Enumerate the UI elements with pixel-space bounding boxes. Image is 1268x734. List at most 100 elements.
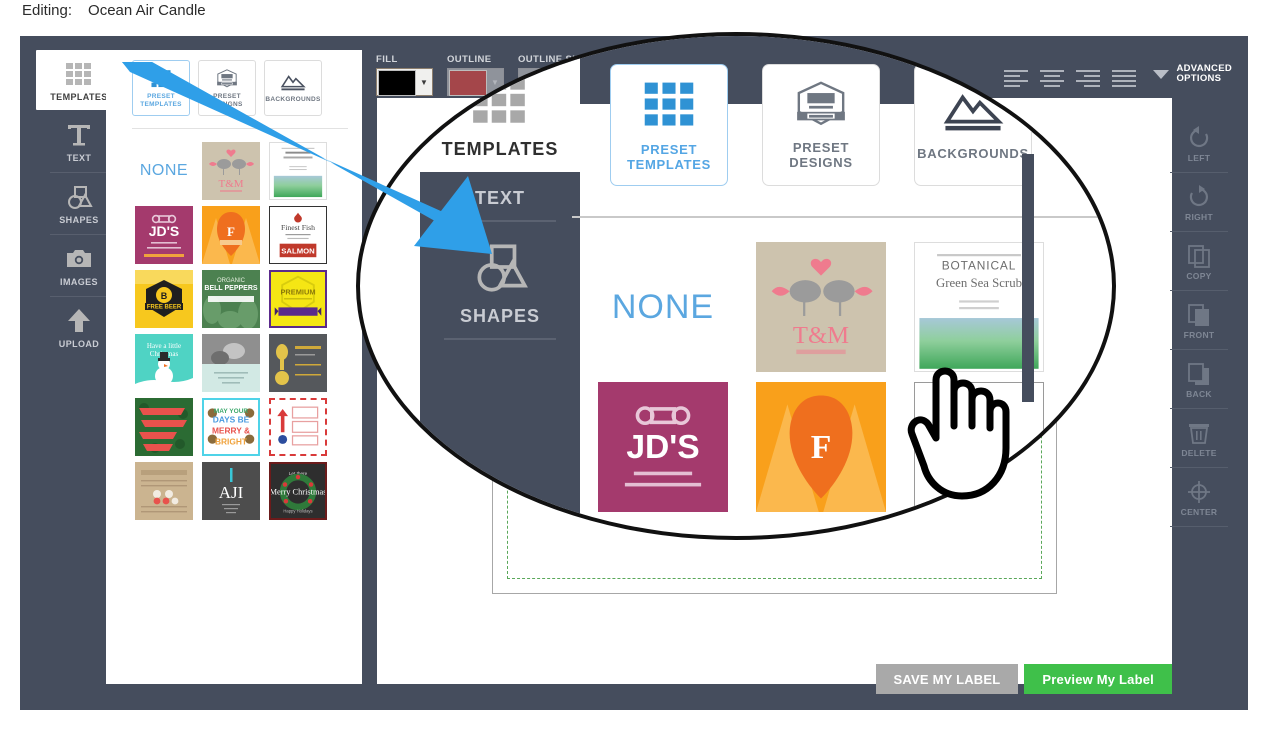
magnified-rail-item-shapes[interactable]: SHAPES [420, 222, 580, 340]
trash-icon [1189, 423, 1209, 444]
advanced-options-button[interactable]: ADVANCED OPTIONS [1152, 54, 1232, 85]
magnified-thumbnail-none[interactable]: NONE [598, 242, 728, 372]
list-item[interactable]: MAY YOUR DAYS BE MERRY & BRIGHT [199, 395, 263, 459]
copy-icon [1188, 244, 1210, 268]
tool-center[interactable]: CENTER [1162, 468, 1236, 527]
magnified-thumb-orange-f[interactable]: F [756, 382, 886, 512]
thumb-botanical [269, 142, 327, 200]
camera-icon [67, 249, 91, 267]
badge-icon [797, 81, 845, 126]
list-item[interactable]: JD'S [132, 203, 196, 267]
magnified-tab-label-preset-designs: PRESET DESIGNS [789, 140, 853, 170]
magnified-panel-tabs: PRESET TEMPLATES PRESET DESIGNS BACKGROU… [610, 64, 1032, 186]
svg-text:AJI: AJI [219, 483, 244, 502]
list-item[interactable]: B FREE BEER [132, 267, 196, 331]
tool-send-back[interactable]: BACK [1162, 350, 1236, 409]
svg-text:BELL PEPPERS: BELL PEPPERS [204, 285, 257, 292]
thumb-aji: AJI [202, 462, 260, 520]
preview-my-label-button[interactable]: Preview My Label [1024, 664, 1172, 694]
tool-rotate-right[interactable]: RIGHT [1162, 173, 1236, 232]
tool-copy[interactable]: COPY [1162, 232, 1236, 291]
svg-text:B: B [161, 291, 168, 301]
svg-text:Have a little: Have a little [147, 342, 181, 350]
svg-text:MERRY &: MERRY & [212, 426, 250, 436]
list-item[interactable] [266, 139, 330, 203]
magnified-rail-item-templates[interactable]: TEMPLATES [420, 56, 580, 172]
svg-text:Happy Holidays: Happy Holidays [283, 508, 312, 513]
list-item[interactable] [266, 331, 330, 395]
thumb-salmon: Finest Fish SALMON [269, 206, 327, 264]
thumb-dark-menu [269, 334, 327, 392]
svg-text:SALMON: SALMON [281, 246, 315, 255]
list-item[interactable]: Let there Merry Christmas Happy Holidays [266, 459, 330, 523]
tool-bring-front[interactable]: FRONT [1162, 291, 1236, 350]
list-item[interactable] [132, 459, 196, 523]
list-item[interactable]: AJI [199, 459, 263, 523]
list-item[interactable]: PREMIUM [266, 267, 330, 331]
thumb-red-arrow [269, 398, 327, 456]
magnified-panel-divider [572, 216, 1112, 218]
templates-panel: PRESET TEMPLATES PRESET DESIGNS BACKGROU… [106, 50, 362, 684]
magnified-thumb-jds[interactable]: JD'S [598, 382, 728, 512]
svg-text:BOTANICAL: BOTANICAL [942, 258, 1017, 272]
list-item[interactable] [132, 395, 196, 459]
tool-delete[interactable]: DELETE [1162, 409, 1236, 468]
list-item[interactable]: Finest Fish SALMON [266, 203, 330, 267]
rotate-left-icon [1190, 125, 1209, 147]
align-justify-icon[interactable] [1110, 68, 1138, 90]
svg-text:ORGANIC: ORGANIC [217, 278, 246, 284]
magnified-tab-preset-templates[interactable]: PRESET TEMPLATES [610, 64, 728, 186]
rail-label-upload: UPLOAD [58, 338, 100, 349]
tool-rotate-left[interactable]: LEFT [1162, 114, 1236, 173]
panel-divider [132, 128, 348, 129]
tab-backgrounds[interactable]: BACKGROUNDS [264, 60, 322, 116]
center-target-icon [1188, 480, 1210, 503]
triangle-down-icon [1153, 70, 1170, 80]
blue-grid-icon [151, 70, 171, 88]
thumb-snowman: Have a little Christmas [135, 334, 193, 392]
tool-label-back: BACK [1186, 388, 1212, 399]
svg-text:T&M: T&M [218, 178, 243, 190]
rail-label-images: IMAGES [60, 276, 98, 287]
svg-text:Merry Christmas: Merry Christmas [271, 488, 325, 497]
thumb-free-beer: B FREE BEER [135, 270, 193, 328]
thumb-merry-christmas: Let there Merry Christmas Happy Holidays [269, 462, 327, 520]
advanced-options-line2: OPTIONS [1176, 73, 1222, 85]
text-t-icon [68, 124, 90, 145]
thumb-t-and-m: T&M [202, 142, 260, 200]
shapes-icon [68, 185, 93, 209]
template-thumbnail-grid: NONE T&M JD'S F Finest Fish SALMON B FRE… [106, 139, 362, 523]
thumbnail-none[interactable]: NONE [132, 139, 196, 203]
tab-preset-templates[interactable]: PRESET TEMPLATES [132, 60, 190, 116]
save-my-label-button[interactable]: SAVE MY LABEL [875, 664, 1019, 694]
thumbnail-none-label: NONE [139, 162, 189, 179]
mountain-icon [943, 93, 1004, 130]
footer-actions: SAVE MY LABEL Preview My Label [875, 664, 1172, 694]
list-item[interactable] [266, 395, 330, 459]
grid-icon [66, 62, 91, 85]
project-name: Ocean Air Candle [88, 2, 206, 19]
mountain-icon [280, 74, 306, 91]
list-item[interactable]: Have a little Christmas [132, 331, 196, 395]
tool-label-center: CENTER [1180, 506, 1218, 517]
tool-label-right: RIGHT [1185, 211, 1213, 222]
magnified-thumb-t-and-m[interactable]: T&M [756, 242, 886, 372]
thumb-photo-card [202, 334, 260, 392]
advanced-options-line1: ADVANCED [1176, 63, 1232, 74]
tool-label-copy: COPY [1186, 270, 1212, 281]
magnified-rail-label-templates: TEMPLATES [441, 138, 559, 159]
list-item[interactable]: F [199, 203, 263, 267]
svg-text:DAYS BE: DAYS BE [213, 414, 250, 424]
list-item[interactable] [199, 331, 263, 395]
page-title-bar: Editing: Ocean Air Candle [22, 2, 206, 19]
list-item[interactable]: ORGANIC BELL PEPPERS [199, 267, 263, 331]
badge-icon [217, 69, 237, 88]
tab-label-preset-designs: PRESET DESIGNS [211, 93, 243, 108]
magnified-tab-backgrounds[interactable]: BACKGROUNDS [914, 64, 1032, 186]
svg-text:F: F [811, 429, 832, 466]
list-item[interactable]: T&M [199, 139, 263, 203]
tab-preset-designs[interactable]: PRESET DESIGNS [198, 60, 256, 116]
magnified-scrollbar[interactable] [1022, 154, 1034, 402]
svg-text:T&M: T&M [793, 322, 849, 349]
magnified-tab-preset-designs[interactable]: PRESET DESIGNS [762, 64, 880, 186]
